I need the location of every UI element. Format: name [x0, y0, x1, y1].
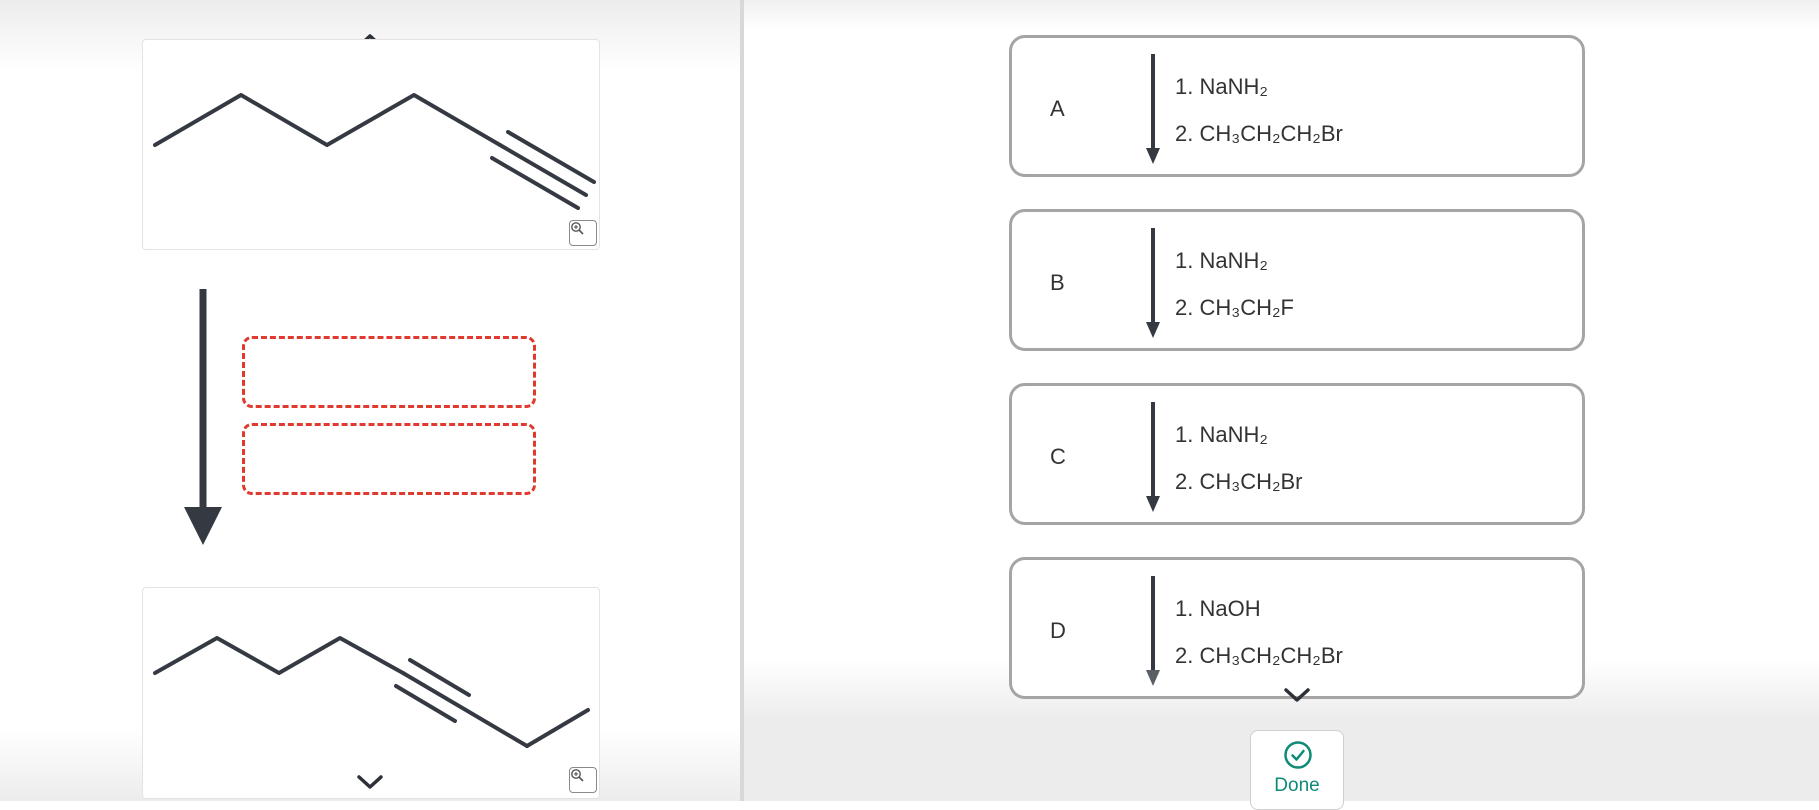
reaction-arrow-icon — [1146, 402, 1160, 512]
option-letter: B — [1050, 270, 1065, 295]
magnifier-plus-icon — [571, 222, 584, 235]
reagent-step-2: 2. CH₃CH₂CH₂Br — [1175, 643, 1343, 668]
option-letter: C — [1050, 444, 1066, 469]
chevron-down-icon[interactable] — [1283, 686, 1311, 704]
reactant-structure — [142, 39, 600, 250]
product-structure — [142, 587, 600, 799]
reagent-step-1: 1. NaNH₂ — [1175, 248, 1268, 273]
reaction-arrow-icon — [1146, 54, 1160, 164]
option-card-a[interactable]: A 1. NaNH₂ 2. CH₃CH₂CH₂Br — [1009, 35, 1585, 177]
reagent-drop-zone-2[interactable] — [242, 423, 536, 495]
done-label: Done — [1274, 775, 1320, 796]
reaction-arrow-icon — [1146, 576, 1160, 686]
option-letter: D — [1050, 618, 1066, 643]
check-circle-icon — [1284, 741, 1312, 769]
reagent-step-2: 2. CH₃CH₂CH₂Br — [1175, 121, 1343, 146]
reactant-zoom-button[interactable] — [569, 220, 597, 246]
reaction-arrow-icon — [184, 289, 222, 545]
product-molecule-drawing — [153, 636, 590, 748]
reagent-step-1: 1. NaOH — [1175, 596, 1261, 621]
option-card-d[interactable]: D 1. NaOH 2. CH₃CH₂CH₂Br — [1009, 557, 1585, 699]
reagent-drop-zone-1[interactable] — [242, 336, 536, 408]
reagent-step-2: 2. CH₃CH₂F — [1175, 295, 1294, 320]
reaction-arrow-icon — [1146, 228, 1160, 338]
reagent-step-1: 1. NaNH₂ — [1175, 74, 1268, 99]
reactant-molecule-drawing — [153, 93, 596, 210]
magnifier-plus-icon — [571, 769, 584, 782]
reagent-step-2: 2. CH₃CH₂Br — [1175, 469, 1303, 494]
chevron-down-icon[interactable] — [356, 773, 384, 791]
left-panel — [0, 0, 740, 801]
product-zoom-button[interactable] — [569, 767, 597, 793]
option-card-c[interactable]: C 1. NaNH₂ 2. CH₃CH₂Br — [1009, 383, 1585, 525]
done-button[interactable]: Done — [1250, 730, 1344, 810]
reagent-step-1: 1. NaNH₂ — [1175, 422, 1268, 447]
option-letter: A — [1050, 96, 1065, 121]
option-card-b[interactable]: B 1. NaNH₂ 2. CH₃CH₂F — [1009, 209, 1585, 351]
